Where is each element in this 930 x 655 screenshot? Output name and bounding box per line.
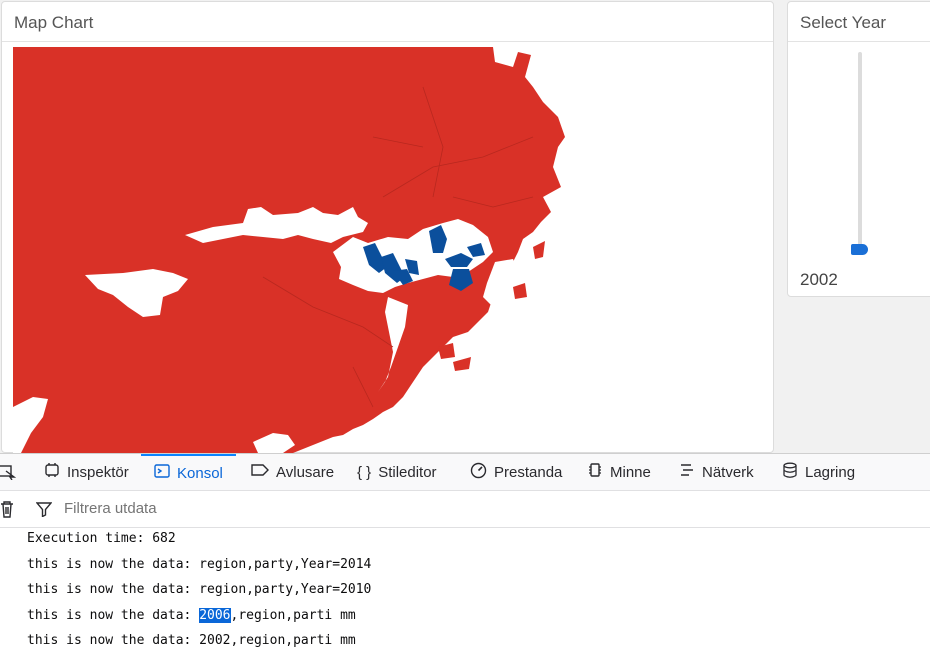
tab-debugger-label: Avlusare [276,463,335,481]
filter-icon [35,501,53,522]
map-island-1[interactable] [533,241,545,259]
performance-icon [470,462,487,483]
trash-icon[interactable] [0,500,14,523]
console-icon [154,463,170,483]
map-chart-title: Map Chart [2,2,773,42]
tab-performance-label: Prestanda [494,463,563,481]
year-slider-thumb[interactable] [851,244,868,255]
map-island-4[interactable] [453,357,471,371]
element-picker-icon[interactable] [0,454,16,490]
tab-inspector[interactable]: Inspektör [44,454,129,490]
style-editor-icon: { } [357,463,372,481]
tab-memory-label: Minne [610,463,651,481]
tab-network-label: Nätverk [702,463,754,481]
tab-style-editor-label: Stileditor [378,463,437,481]
tab-debugger[interactable]: Avlusare [251,454,334,490]
tab-style-editor[interactable]: { } Stileditor [357,454,437,490]
network-icon [679,462,695,482]
console-line: this is now the data: region,party,Year=… [27,557,372,572]
console-filter-input[interactable] [64,500,464,517]
devtools-tab-bar: Inspektör Konsol Avlusare { } Stileditor … [0,454,930,491]
console-line: this is now the data: 2002,region,parti … [27,633,356,648]
console-line-rest: ,region,parti mm [230,608,356,623]
console-line: this is now the data: 2006,region,parti … [27,608,356,623]
memory-icon [587,462,603,482]
tab-console-label: Konsol [177,464,223,482]
tab-console[interactable]: Konsol [141,454,236,490]
year-slider-track[interactable] [858,52,862,252]
select-year-panel: Select Year 2002 [787,1,930,297]
console-filter-bar [0,491,930,528]
console-line: Execution time: 682 [27,531,176,546]
tab-storage[interactable]: Lagring [782,454,855,490]
inspector-icon [44,462,60,482]
tab-performance[interactable]: Prestanda [470,454,562,490]
tab-storage-label: Lagring [805,463,856,481]
tab-inspector-label: Inspektör [67,463,129,481]
devtools-panel: Inspektör Konsol Avlusare { } Stileditor … [0,453,930,655]
tab-memory[interactable]: Minne [587,454,651,490]
map[interactable] [13,47,573,453]
tab-network[interactable]: Nätverk [679,454,754,490]
debugger-icon [251,463,269,481]
storage-icon [782,462,798,483]
selected-year-value: 2002 [800,270,838,289]
map-island-2[interactable] [513,283,527,299]
console-line-prefix: this is now the data: [27,608,200,623]
console-line: this is now the data: region,party,Year=… [27,582,372,597]
selected-text[interactable]: 2006 [199,608,231,623]
select-year-title: Select Year [788,2,930,42]
